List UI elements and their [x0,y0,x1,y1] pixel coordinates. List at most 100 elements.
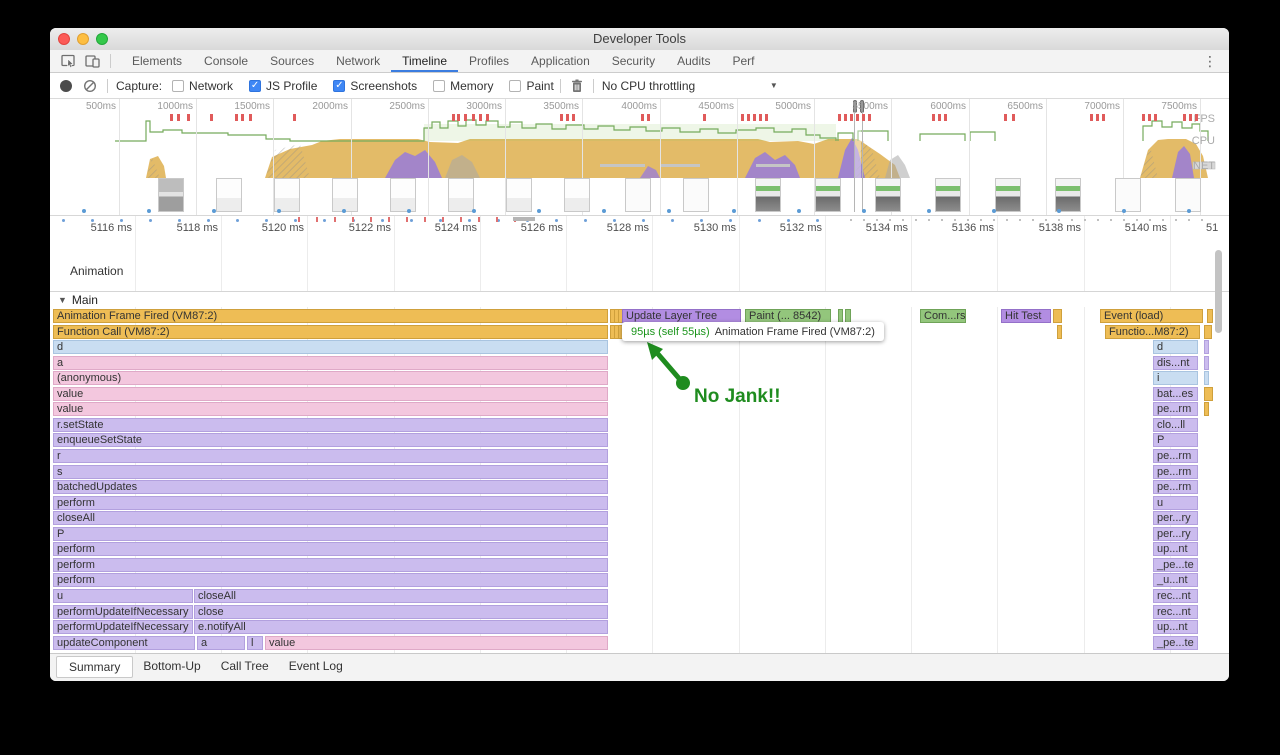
tab-security[interactable]: Security [601,50,666,72]
flame-bar[interactable]: perform [53,573,608,587]
flame-bar[interactable]: perform [53,496,608,510]
flame-bar[interactable]: d [1153,340,1198,354]
screenshot-thumb[interactable] [935,178,961,212]
flame-bar[interactable]: close [194,605,608,619]
screenshot-thumb[interactable] [683,178,709,212]
flame-bar[interactable]: Com...rs [920,309,966,323]
screenshot-thumb[interactable] [564,178,590,212]
flame-chart-pane[interactable]: Animation ▼ Main No Jank!! 95µs (self 55… [50,215,1229,653]
clear-icon[interactable] [83,79,97,93]
collapse-triangle-icon[interactable]: ▼ [58,295,67,305]
flame-bar[interactable]: s [53,465,608,479]
screenshot-thumb[interactable] [815,178,841,212]
screenshot-thumb[interactable] [506,178,532,212]
flame-bar[interactable]: closeAll [53,511,608,525]
flame-bar[interactable] [845,309,851,323]
flame-bar[interactable] [838,309,843,323]
flame-bar[interactable]: P [1153,433,1198,447]
screenshot-thumb[interactable] [625,178,651,212]
tab-network[interactable]: Network [325,50,391,72]
capture-screenshots-checkbox[interactable]: ✓Screenshots [333,79,417,93]
checkbox-unchecked-icon[interactable] [509,80,521,92]
screenshot-thumb[interactable] [158,178,184,212]
flame-bar[interactable]: r.setState [53,418,608,432]
window-titlebar[interactable]: Developer Tools [50,28,1229,51]
capture-memory-checkbox[interactable]: Memory [433,79,493,93]
screenshot-thumb[interactable] [1175,178,1201,212]
capture-js-profile-checkbox[interactable]: ✓JS Profile [249,79,317,93]
inspect-element-icon[interactable] [58,52,78,70]
screenshot-thumb[interactable] [390,178,416,212]
flame-bar[interactable]: value [53,402,608,416]
screenshot-thumb[interactable] [875,178,901,212]
bottom-tab-event-log[interactable]: Event Log [279,656,353,676]
screenshot-thumb[interactable] [755,178,781,212]
flame-bar[interactable] [1057,325,1062,339]
flame-bar[interactable]: pe...rm [1153,480,1198,494]
checkbox-checked-icon[interactable]: ✓ [333,80,345,92]
flame-bar[interactable]: a [53,356,608,370]
main-track-header[interactable]: ▼ Main [50,291,1229,307]
screenshot-thumb[interactable] [274,178,300,212]
flame-bar[interactable]: Animation Frame Fired (VM87:2) [53,309,608,323]
screenshot-thumb[interactable] [1055,178,1081,212]
flame-bar[interactable]: performUpdateIfNecessary [53,605,193,619]
flame-bar[interactable] [1204,340,1209,354]
flame-bar[interactable]: value [265,636,608,650]
tab-elements[interactable]: Elements [121,50,193,72]
screenshot-thumb[interactable] [448,178,474,212]
tab-profiles[interactable]: Profiles [458,50,520,72]
flame-bar[interactable]: perform [53,542,608,556]
flame-bar[interactable]: performUpdateIfNecessary [53,620,193,634]
flame-bar[interactable]: rec...nt [1153,589,1198,603]
flame-bar[interactable]: e.notifyAll [194,620,608,634]
flame-bar[interactable] [1204,402,1209,416]
flame-bar[interactable]: per...ry [1153,527,1198,541]
flame-bar[interactable] [1204,325,1212,339]
flame-bar[interactable]: per...ry [1153,511,1198,525]
tab-application[interactable]: Application [520,50,601,72]
flame-bar[interactable]: _pe...te [1153,636,1198,650]
flame-bar[interactable]: enqueueSetState [53,433,608,447]
flame-bar[interactable]: batchedUpdates [53,480,608,494]
flame-bar[interactable]: pe...rm [1153,449,1198,463]
flame-bar[interactable]: Function Call (VM87:2) [53,325,608,339]
device-toolbar-icon[interactable] [82,52,102,70]
flame-bar[interactable]: i [1153,371,1198,385]
flame-bar[interactable]: rec...nt [1153,605,1198,619]
flame-bar[interactable]: u [53,589,193,603]
flame-bar[interactable]: clo...ll [1153,418,1198,432]
flame-bar[interactable] [1207,309,1213,323]
checkbox-unchecked-icon[interactable] [172,80,184,92]
tab-console[interactable]: Console [193,50,259,72]
bottom-tab-summary[interactable]: Summary [56,656,133,678]
record-button[interactable] [60,80,72,92]
capture-paint-checkbox[interactable]: Paint [509,79,553,93]
flame-bar[interactable]: up...nt [1153,620,1198,634]
garbage-collect-icon[interactable] [571,79,583,93]
screenshot-thumb[interactable] [1115,178,1141,212]
flame-bar[interactable]: pe...rm [1153,465,1198,479]
flame-bar[interactable]: Paint (... 8542) [745,309,831,323]
cpu-throttling-select[interactable]: No CPU throttling ▼ [602,79,778,93]
bottom-tab-call-tree[interactable]: Call Tree [211,656,279,676]
flame-bar[interactable]: updateComponent [53,636,195,650]
screenshot-thumb[interactable] [216,178,242,212]
flame-bar[interactable]: Hit Test [1001,309,1051,323]
flame-bar[interactable]: Event (load) [1100,309,1203,323]
flame-bar[interactable]: perform [53,558,608,572]
flame-bar[interactable]: up...nt [1153,542,1198,556]
flame-bar[interactable]: _pe...te [1153,558,1198,572]
flame-bar[interactable]: value [53,387,608,401]
checkbox-unchecked-icon[interactable] [433,80,445,92]
vertical-scrollbar[interactable] [1215,250,1222,333]
capture-network-checkbox[interactable]: Network [172,79,233,93]
flame-bar[interactable] [1053,309,1062,323]
flame-bar[interactable]: closeAll [194,589,608,603]
screenshot-thumb[interactable] [332,178,358,212]
tab-audits[interactable]: Audits [666,50,721,72]
flame-bar[interactable] [1204,356,1209,370]
flame-bar[interactable] [1204,371,1209,385]
checkbox-checked-icon[interactable]: ✓ [249,80,261,92]
flame-bar[interactable] [1204,387,1213,401]
